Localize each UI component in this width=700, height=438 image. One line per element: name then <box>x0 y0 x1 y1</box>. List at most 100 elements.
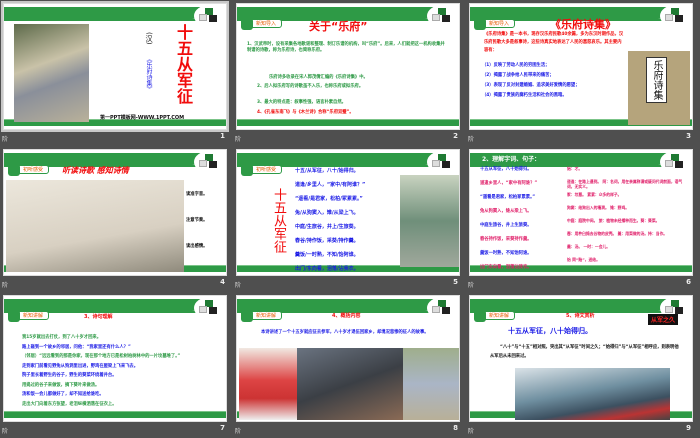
black-cube-icon <box>442 307 450 314</box>
content-line: 3、最大的特点是：叙事性强，语言朴素自然。 <box>257 100 346 105</box>
slide-title: 3、诗句理解 <box>84 314 113 320</box>
slide-preview[interactable]: 新知讲解 5、诗文赏析 从军之久 十五从军征，八十始得归。 “八十”与“十五”相对照，突… <box>469 295 693 422</box>
summary-paragraph: 本诗讲述了一个十五岁就应征去参军，八十岁才退伍回家乡，却境况悲惨的征人的故事。 <box>261 330 429 335</box>
content-line: 4、《孔雀东南飞》与《木兰诗》合称“乐府双璧”。 <box>257 110 354 115</box>
slide-thumbnail-4[interactable]: 初听感受 听读诗歌 感知诗情 读准字音。 注意节奏。 读出感情。阶 4 <box>0 146 233 292</box>
white-cube-icon <box>665 14 673 21</box>
annotation: 狗窦：给狗出入的墙洞。 雉：野鸡。 <box>567 205 630 210</box>
slide-preview[interactable]: 新知讲解 4、概括内容 本诗讲述了一个十五岁就应征去参军，八十岁才退伍回家乡，却境况… <box>236 295 460 422</box>
translation-line: 我15岁就出去打仗，到了八十岁才回来。 <box>22 335 102 340</box>
slide-number: 1 <box>220 132 225 140</box>
slide-number: 8 <box>453 424 458 432</box>
white-cube-icon <box>665 160 673 167</box>
white-cube-icon <box>432 14 440 21</box>
section-tag: 新知讲解 <box>7 310 50 322</box>
translation-line: 走到家门前看见野兔从狗洞里出进，野鸡在屋梁上飞来飞去。 <box>22 363 139 369</box>
slide-number: 6 <box>686 278 691 286</box>
content-item: （4）揭露了贵族的腐朽生活和社会的黑暗。 <box>482 93 567 98</box>
white-cube-icon <box>432 160 440 167</box>
slide-number: 7 <box>220 424 225 432</box>
poem-line: 出门/东向看，泪落/沾我衣。 <box>295 266 359 272</box>
sentence: 道逢乡里人，“家中有阿谁？” <box>480 181 538 186</box>
battle-painting <box>297 348 403 420</box>
poem-line: 十五/从军征，八十/始得归。 <box>295 168 359 174</box>
translation-line: 院子里长着野生的谷子，野生的葵菜环绕着井台。 <box>22 373 117 378</box>
poem-line: 道逢/乡里人，“家中/有阿谁？” <box>295 182 366 188</box>
sentence: “遥看是君家，松柏冢累累。” <box>480 195 536 200</box>
slide-thumbnail-5[interactable]: 初听感受 十五从军征 十五/从军征，八十/始得归。 道逢/乡里人，“家中/有阿谁？” “… <box>233 146 466 292</box>
annotation: 饴 同“贻”，送给。 <box>567 257 600 262</box>
reading-note: 读准字音。 <box>186 192 208 197</box>
slide-footer-label: 阶 <box>468 428 475 435</box>
cubes-logo-icon <box>427 5 457 27</box>
slide-thumbnail-8[interactable]: 新知讲解 4、概括内容 本诗讲述了一个十五岁就应征去参军，八十岁才退伍回家乡，却境况… <box>233 292 466 438</box>
black-cube-icon <box>442 161 450 168</box>
slide-title: 《乐府诗集》 <box>550 18 616 31</box>
slide-footer-label: 阶 <box>2 282 9 289</box>
content-line: 1、汉武帝时，设有采集各地歌谣和整理、制订乐谱的机构，叫“乐府”。后来，人们就把… <box>247 42 445 53</box>
footer-green-bar <box>4 411 226 418</box>
slide-preview[interactable]: 初听感受 十五从军征 十五/从军征，八十/始得归。 道逢/乡里人，“家中/有阿谁？” “… <box>236 149 460 276</box>
old-man-painting <box>14 24 89 122</box>
slide-thumbnail-1[interactable]: 十五从军征 (汉) 《乐府诗集》 第一PPT模板网-WWW.1PPT.COM 阶 1 <box>0 0 233 146</box>
content-line: 2、后人拟乐府写的诗歌虽不入乐，也称乐府或拟乐府。 <box>257 84 364 89</box>
slide-number: 2 <box>453 132 458 140</box>
footer-green-bar <box>237 119 459 126</box>
content-item: （1）反映了劳动人民的穷困生活； <box>482 63 550 68</box>
reading-note: 注意节奏。 <box>186 218 208 223</box>
sentence: 中庭生旅谷，井上生旅葵。 <box>480 223 532 228</box>
theme-badge: 从军之久 <box>648 314 679 325</box>
slide-number: 5 <box>453 278 458 286</box>
slide-thumbnail-6[interactable]: 2、理解字词、句子： 十五从军征，八十始得归。 道逢乡里人，“家中有阿谁？” “遥看是… <box>466 146 699 292</box>
poem-line: “遥看/是君家，松柏/冢累累。” <box>295 196 363 202</box>
sentence: 舂谷持作饭，采葵持作羹。 <box>480 237 532 242</box>
annotation: 中庭：庭院中间。 旅：植物未经播种而生。葵：葵菜。 <box>567 218 660 223</box>
poem-line: 中庭/生旅谷，井上/生旅葵。 <box>295 224 359 230</box>
header-green-bar <box>470 299 670 311</box>
slide-preview[interactable]: 新知导入 《乐府诗集》 《乐府诗集》是一本书，现存汉乐府民歌40余篇，多为东汉时期作… <box>469 3 693 130</box>
slide-number: 9 <box>686 424 691 432</box>
slide-footer-label: 阶 <box>468 136 475 143</box>
horse-rider-painting <box>6 180 184 272</box>
white-cube-icon <box>199 160 207 167</box>
black-cube-icon <box>675 15 683 22</box>
slide-title: 十五从军征 <box>174 24 193 104</box>
annotation: 道逢：在路上遇到。 阿：名词，用在亲属称谓或疑问代词前面，语气词，无实义。 <box>567 179 683 189</box>
slide-thumbnail-9[interactable]: 新知讲解 5、诗文赏析 从军之久 十五从军征，八十始得归。 “八十”与“十五”相对照，突… <box>466 292 699 438</box>
white-cube-icon <box>199 306 207 313</box>
white-cube-icon <box>665 306 673 313</box>
slide-thumbnail-3[interactable]: 新知导入 《乐府诗集》 《乐府诗集》是一本书，现存汉乐府民歌40余篇，多为东汉时期作… <box>466 0 699 146</box>
dynasty-label: (汉) <box>145 32 153 45</box>
intro-paragraph: 《乐府诗集》是一本书，现存汉乐府民歌40余篇，多为东汉时期作品，汉乐府民歌大多是… <box>484 32 624 53</box>
header-green-bar <box>4 299 204 311</box>
soldier-photo <box>239 348 297 420</box>
slide-preview[interactable]: 2、理解字词、句子： 十五从军征，八十始得归。 道逢乡里人，“家中有阿谁？” “遥看是… <box>469 149 693 276</box>
slide-footer-label: 阶 <box>2 428 9 435</box>
sentence: 出门东向看，泪落沾我衣。 <box>480 265 532 270</box>
slide-preview[interactable]: 初听感受 听读诗歌 感知诗情 读准字音。 注意节奏。 读出感情。 <box>3 149 227 276</box>
analysis-paragraph: “八十”与“十五”相对照，突出其“从军征”时间之久；“始得归”与“从军征”相呼应… <box>490 345 679 359</box>
slide-title: 十五从军征 <box>271 188 286 253</box>
slide-footer-label: 阶 <box>235 136 242 143</box>
sentence: 十五从军征，八十始得归。 <box>480 167 532 172</box>
poem-line: 羹饭/一时熟，不知/饴阿谁。 <box>295 252 359 258</box>
slide-preview[interactable]: 十五从军征 (汉) 《乐府诗集》 第一PPT模板网-WWW.1PPT.COM <box>1 1 229 132</box>
reading-note: 读出感情。 <box>186 244 208 249</box>
section-tag: 新知讲解 <box>473 310 516 322</box>
slide-preview[interactable]: 新知导入 关于“乐府” 1、汉武帝时，设有采集各地歌谣和整理、制订乐谱的机构，叫“乐… <box>236 3 460 130</box>
slide-title: 5、诗文赏析 <box>566 313 595 319</box>
content-line: 乐府诗多收录在宋人郭茂倩汇编的《乐府诗集》中。 <box>269 75 368 80</box>
section-tag: 初听感受 <box>7 164 50 176</box>
slide-thumbnail-2[interactable]: 新知导入 关于“乐府” 1、汉武帝时，设有采集各地歌谣和整理、制订乐谱的机构，叫“乐… <box>233 0 466 146</box>
cubes-logo-icon <box>194 5 224 27</box>
translation-line: 走出大门向着东方张望，老泪纵横洒落在征衣上。 <box>22 401 117 407</box>
slide-thumbnail-7[interactable]: 新知讲解 3、诗句理解 我15岁就出去打仗，到了八十岁才回来。 路上碰到一个故乡的邻居… <box>0 292 233 438</box>
source-label: 《乐府诗集》 <box>145 56 152 92</box>
black-cube-icon <box>209 307 217 314</box>
sentence: 羹饭一时熟，不知饴阿谁。 <box>480 251 532 256</box>
annotation: 舂：用杵臼捣去谷物的皮壳。 羹：用菜做的汤。持：当作。 <box>567 231 668 236</box>
content-item: （2）揭露了战争给人民带来的痛苦； <box>482 73 554 78</box>
cubes-logo-icon <box>660 5 690 27</box>
slide-preview[interactable]: 新知讲解 3、诗句理解 我15岁就出去打仗，到了八十岁才回来。 路上碰到一个故乡的邻居… <box>3 295 227 422</box>
header-green-bar <box>4 153 204 165</box>
